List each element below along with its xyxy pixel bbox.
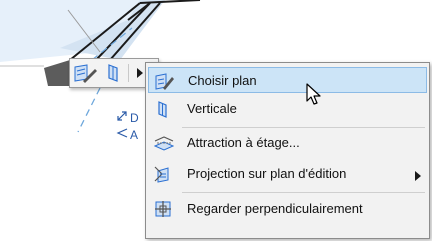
context-menu: Choisir plan Verticale Attraction à étag… [145,62,430,239]
choose-plane-icon [74,64,97,83]
submenu-arrow-icon [415,168,421,186]
menu-item-vertical[interactable]: Verticale [148,96,427,122]
menu-item-label: Choisir plan [188,73,257,88]
mouse-cursor-icon [306,83,321,105]
projection-icon [154,165,172,183]
choose-plane-icon [155,72,174,90]
menu-item-label: Attraction à étage... [187,135,300,150]
vertical-icon [108,64,118,82]
menu-item-choose-plane[interactable]: Choisir plan [148,67,427,93]
look-perpendicular-icon [154,200,172,218]
menu-item-projection[interactable]: Projection sur plan d'édition [148,161,427,187]
resize-arrow-icon [116,110,130,125]
angle-icon [116,127,130,142]
menu-item-label: Projection sur plan d'édition [187,166,347,181]
model-slab [44,60,70,86]
pet-vertical-button[interactable] [103,63,125,83]
angle-hint: A [116,127,138,142]
vertical-plane-icon [154,100,172,118]
menu-item-label: Verticale [187,101,237,116]
dimension-hint: D [116,110,139,125]
menu-item-look-perpendicular[interactable]: Regarder perpendiculairement [148,196,427,222]
story-snap-icon [153,134,175,152]
pet-choose-plane-button[interactable] [73,63,99,83]
menu-separator [182,192,425,193]
pet-separator [128,64,129,82]
menu-separator [182,127,425,128]
menu-item-story-snap[interactable]: Attraction à étage... [148,130,427,156]
menu-item-label: Regarder perpendiculairement [187,201,363,216]
